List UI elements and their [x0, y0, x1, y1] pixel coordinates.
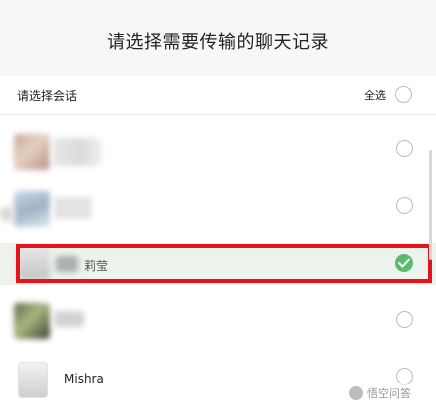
- select-radio[interactable]: [396, 311, 413, 328]
- page-title: 请选择需要传输的聊天记录: [107, 32, 329, 53]
- select-all-radio[interactable]: [395, 86, 412, 103]
- conversation-name: Mishra: [64, 372, 104, 386]
- header: 请选择需要传输的聊天记录: [0, 0, 436, 77]
- avatar: [14, 191, 50, 227]
- blurred-name: [52, 138, 102, 166]
- conversation-row[interactable]: [0, 181, 436, 238]
- conversation-row[interactable]: [0, 291, 436, 348]
- watermark: 悟空问答: [345, 383, 415, 403]
- select-radio[interactable]: [396, 140, 413, 157]
- blurred-block: [0, 207, 14, 221]
- blurred-name: [54, 197, 92, 219]
- scrollbar[interactable]: [429, 150, 432, 260]
- section-label: 请选择会话: [17, 89, 78, 103]
- select-radio[interactable]: [396, 197, 413, 214]
- select-all-label[interactable]: 全选: [364, 87, 386, 103]
- highlight-annotation: [16, 244, 432, 283]
- section-row: 请选择会话 全选: [0, 76, 436, 115]
- avatar: [14, 303, 50, 339]
- avatar: [18, 362, 48, 398]
- blurred-name: [54, 311, 84, 327]
- watermark-text: 悟空问答: [367, 387, 411, 400]
- conversation-row[interactable]: [0, 124, 436, 181]
- avatar: [14, 134, 50, 170]
- watermark-icon: [349, 386, 363, 400]
